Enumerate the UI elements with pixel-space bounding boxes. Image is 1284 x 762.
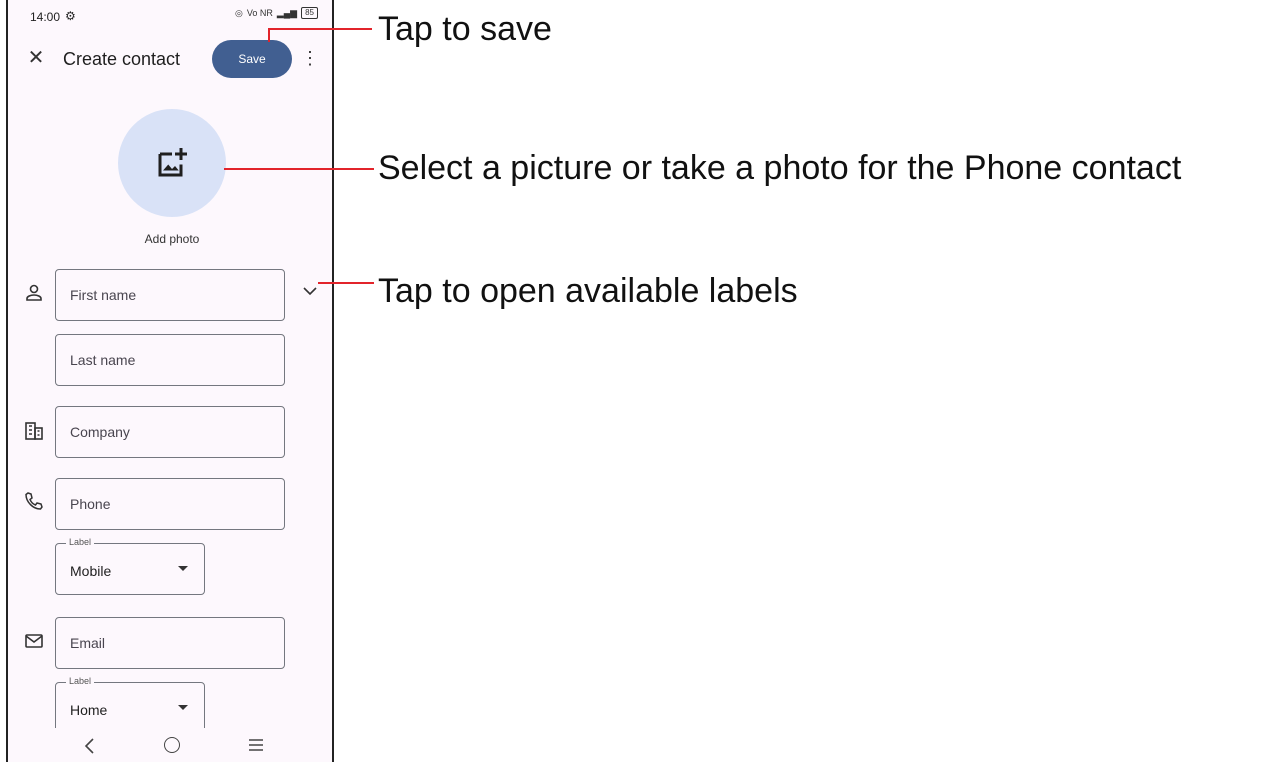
labels-callout-line [318,282,374,284]
save-button[interactable]: Save [212,40,292,78]
close-icon: ✕ [27,47,45,69]
close-button[interactable]: ✕ [24,46,48,70]
email-field[interactable] [55,617,285,669]
battery-indicator: 85 [301,7,318,19]
network-label: Vo NR [246,8,273,18]
phone-label-dropdown[interactable]: Label Mobile [55,537,205,595]
home-icon[interactable] [164,737,180,753]
status-bar: 14:00 ⚙ ◎ Vo NR ▂▄▆ 85 [8,0,332,30]
add-photo-button[interactable] [118,109,226,217]
nfc-icon: ◎ [234,7,243,18]
photo-callout-line [224,168,374,170]
email-label-dropdown[interactable]: Label Home [55,676,205,734]
dropdown-arrow-icon [178,566,188,571]
phone-field[interactable] [55,478,285,530]
phone-label-value: Mobile [70,563,112,579]
status-time: 14:00 [30,10,61,24]
navigation-bar [8,728,332,762]
dropdown-arrow-icon [178,705,188,710]
back-icon[interactable] [80,736,100,756]
phone-label-legend: Label [66,537,95,547]
phone-screen: 14:00 ⚙ ◎ Vo NR ▂▄▆ 85 ✕ Create contact … [6,0,334,762]
signal-icon: ▂▄▆ [276,7,298,18]
phone-icon [25,492,43,510]
more-options-button[interactable]: ⋮ [300,46,320,70]
last-name-field[interactable] [55,334,285,386]
email-label-value: Home [70,702,108,718]
company-building-icon [25,422,43,440]
add-photo-icon [158,148,187,177]
expand-name-chevron-icon[interactable] [300,281,320,301]
photo-callout-text: Select a picture or take a photo for the… [378,149,1182,187]
status-icons: ◎ Vo NR ▂▄▆ 85 [235,7,318,19]
more-vert-icon: ⋮ [301,48,319,68]
save-callout-line [268,28,372,30]
save-callout-text: Tap to save [378,10,552,48]
person-icon [26,284,42,301]
first-name-field[interactable] [55,269,285,321]
save-callout-line [268,28,270,42]
add-photo-label: Add photo [144,232,200,246]
settings-gear-icon: ⚙ [65,9,76,23]
menu-icon[interactable] [248,737,264,753]
email-label-legend: Label [66,676,95,686]
email-icon [25,634,43,648]
top-app-bar: ✕ Create contact Save ⋮ [8,38,332,82]
labels-callout-text: Tap to open available labels [378,272,798,310]
company-field[interactable] [55,406,285,458]
page-title: Create contact [63,49,181,69]
